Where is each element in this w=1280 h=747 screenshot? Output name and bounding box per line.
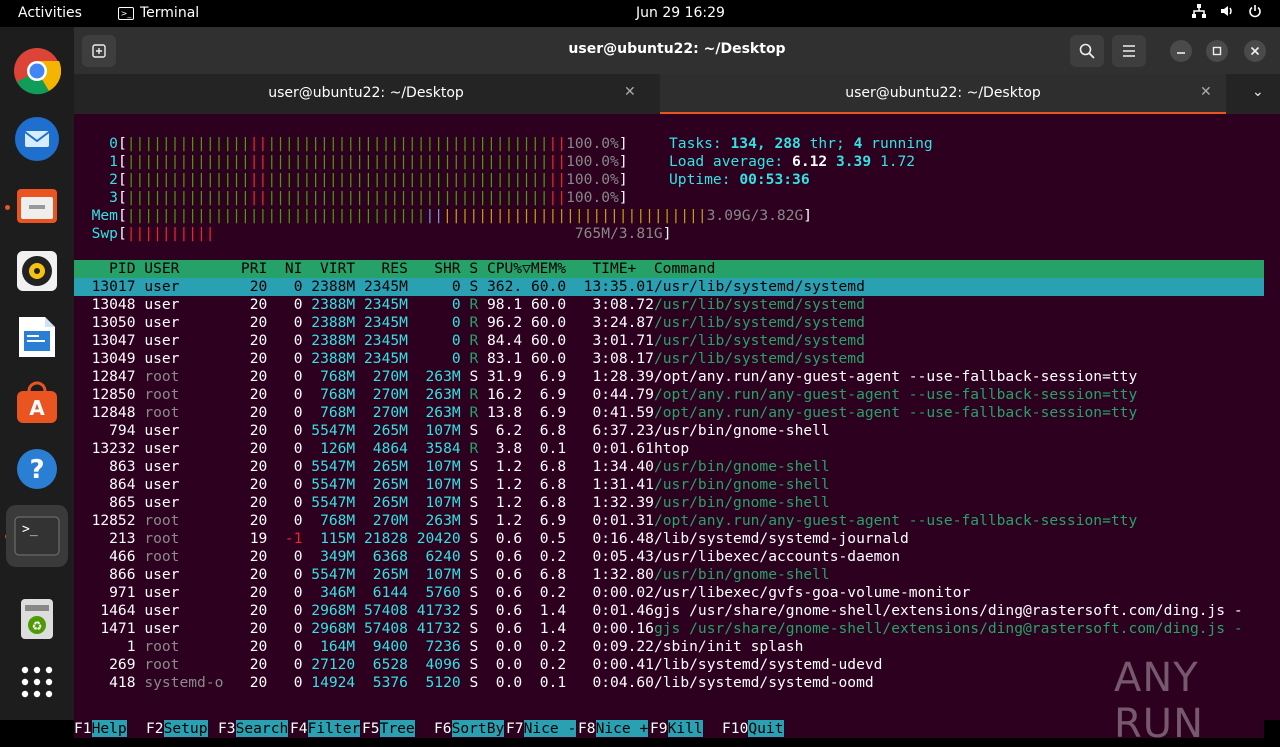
writer-icon[interactable] [12,312,62,362]
fkey-f7[interactable]: F7Nice - [506,720,577,738]
process-row[interactable]: 13050 user 20 0 2388M 2345M 0 R 96.2 60.… [74,314,865,332]
system-tray[interactable] [1192,4,1262,22]
maximize-icon [1212,46,1222,56]
tab-list-chevron-down-icon[interactable]: ⌄ [1252,84,1264,100]
svg-text:>_: >_ [22,522,38,537]
process-row[interactable]: 12852 root 20 0 768M 270M 263M S 1.2 6.9… [74,512,1138,530]
process-row[interactable]: 794 user 20 0 5547M 265M 107M S 6.2 6.8 … [74,422,830,440]
tab-1[interactable]: user@ubuntu22: ~/Desktop ✕ [74,74,658,114]
minimize-icon [1177,52,1185,54]
process-row[interactable]: 866 user 20 0 5547M 265M 107M S 0.6 6.8 … [74,566,830,584]
dock: A ? >_ ♻ [0,27,74,720]
process-row[interactable]: 971 user 20 0 346M 6144 5760 S 0.6 0.2 0… [74,584,970,602]
watermark: ANY RUN [1114,655,1204,747]
chrome-icon[interactable] [12,46,62,96]
show-apps-icon[interactable] [12,657,62,707]
tab-label: user@ubuntu22: ~/Desktop [845,85,1041,101]
function-key-bar: F1Help F2Setup F3Search F4Filter F5Tree F6… [74,720,1264,738]
menu-button[interactable] [1112,35,1146,67]
uptime-line: Uptime: 00:53:36 [669,171,810,188]
tab-2[interactable]: user@ubuntu22: ~/Desktop ✕ [660,74,1226,114]
process-row[interactable]: 12847 root 20 0 768M 270M 263M S 31.9 6.… [74,368,1138,386]
files-icon[interactable] [12,180,62,230]
process-row[interactable]: 1471 user 20 0 2968M 57408 41732 S 0.6 1… [74,620,1242,638]
network-icon[interactable] [1192,4,1206,22]
terminal-window: user@ubuntu22: ~/Desktop user@ubuntu22: … [74,27,1280,747]
minimize-button[interactable] [1170,40,1192,62]
cpu-meter: 2[||||||||||||||||||||||||||||||||||||||… [109,171,628,188]
fkey-f2[interactable]: F2Setup [146,720,208,738]
cpu-meter: 1[||||||||||||||||||||||||||||||||||||||… [109,153,628,170]
hamburger-icon [1123,45,1135,57]
process-row[interactable]: 12850 root 20 0 768M 270M 263M R 16.2 6.… [74,386,1138,404]
tab-close-icon[interactable]: ✕ [1200,84,1212,100]
process-row[interactable]: 865 user 20 0 5547M 265M 107M S 1.2 6.8 … [74,494,830,512]
terminal-icon[interactable]: >_ [6,505,68,567]
search-button[interactable] [1070,35,1104,67]
load-average-line: Load average: 6.12 3.39 1.72 [669,153,916,170]
search-icon [1079,43,1095,59]
tab-close-icon[interactable]: ✕ [624,84,636,100]
process-table-header[interactable]: PID USER PRI NI VIRT RES SHR S CPU%▽MEM%… [74,260,1264,278]
volume-icon[interactable] [1220,4,1234,22]
clock[interactable]: Jun 29 16:29 [636,5,725,21]
process-row[interactable]: 864 user 20 0 5547M 265M 107M S 1.2 6.8 … [74,476,830,494]
fkey-f1[interactable]: F1Help [74,720,127,738]
rhythmbox-icon[interactable] [12,246,62,296]
header-bar: user@ubuntu22: ~/Desktop [74,27,1280,74]
thunderbird-icon[interactable] [12,114,62,164]
swap-meter: Swp[|||||||||| 765M/3.81G] [91,225,672,242]
close-icon [1250,46,1260,56]
fkey-f9[interactable]: F9Kill [650,720,703,738]
process-row[interactable]: 13017 user 20 0 2388M 2345M 0 S 362. 60.… [74,278,1264,296]
fkey-f5[interactable]: F5Tree [362,720,415,738]
top-bar: Activities >_ Terminal Jun 29 16:29 [0,0,1280,27]
process-row[interactable]: 213 root 19 -1 115M 21828 20420 S 0.6 0.… [74,530,909,548]
maximize-button[interactable] [1206,40,1228,62]
fkey-f8[interactable]: F8Nice + [578,720,649,738]
process-row[interactable]: 466 root 20 0 349M 6368 6240 S 0.6 0.2 0… [74,548,900,566]
process-row[interactable]: 418 systemd-o 20 0 14924 5376 5120 S 0.0… [74,674,874,692]
activities-button[interactable]: Activities [18,5,82,21]
power-icon[interactable] [1248,4,1262,22]
process-row[interactable]: 13232 user 20 0 126M 4864 3584 R 3.8 0.1… [74,440,690,458]
help-icon[interactable]: ? [12,444,62,494]
trash-icon[interactable]: ♻ [12,594,62,644]
running-indicator [5,205,10,210]
svg-text:?: ? [29,455,44,485]
svg-text:♻: ♻ [32,619,43,633]
process-row[interactable]: 1464 user 20 0 2968M 57408 41732 S 0.6 1… [74,602,1242,620]
terminal-icon: >_ [118,6,134,20]
process-row[interactable]: 269 root 20 0 27120 6528 4096 S 0.0 0.2 … [74,656,882,674]
cpu-meter: 3[||||||||||||||||||||||||||||||||||||||… [109,189,628,206]
app-center-icon[interactable]: A [12,378,62,428]
process-row[interactable]: 13048 user 20 0 2388M 2345M 0 R 98.1 60.… [74,296,865,314]
terminal-view[interactable]: 0[||||||||||||||||||||||||||||||||||||||… [74,114,1264,738]
process-row[interactable]: 12848 root 20 0 768M 270M 263M R 13.8 6.… [74,404,1138,422]
process-row[interactable]: 13047 user 20 0 2388M 2345M 0 R 84.4 60.… [74,332,865,350]
process-row[interactable]: 13049 user 20 0 2388M 2345M 0 R 83.1 60.… [74,350,865,368]
fkey-f4[interactable]: F4Filter [290,720,361,738]
tab-label: user@ubuntu22: ~/Desktop [268,85,464,101]
fkey-f10[interactable]: F10Quit [722,720,784,738]
fkey-f6[interactable]: F6SortBy [434,720,505,738]
close-button[interactable] [1244,40,1266,62]
process-row[interactable]: 1 root 20 0 164M 9400 7236 S 0.0 0.2 0:0… [74,638,804,656]
tasks-line: Tasks: 134, 288 thr; 4 running [669,135,933,152]
cpu-meter: 0[||||||||||||||||||||||||||||||||||||||… [109,135,628,152]
app-name: Terminal [140,5,200,21]
fkey-f3[interactable]: F3Search [218,720,289,738]
app-menu[interactable]: >_ Terminal [118,5,199,21]
memory-meter: Mem[||||||||||||||||||||||||||||||||||||… [91,207,813,224]
tab-bar: user@ubuntu22: ~/Desktop ✕ user@ubuntu22… [74,74,1280,114]
process-row[interactable]: 863 user 20 0 5547M 265M 107M S 1.2 6.8 … [74,458,830,476]
svg-text:A: A [29,396,45,420]
